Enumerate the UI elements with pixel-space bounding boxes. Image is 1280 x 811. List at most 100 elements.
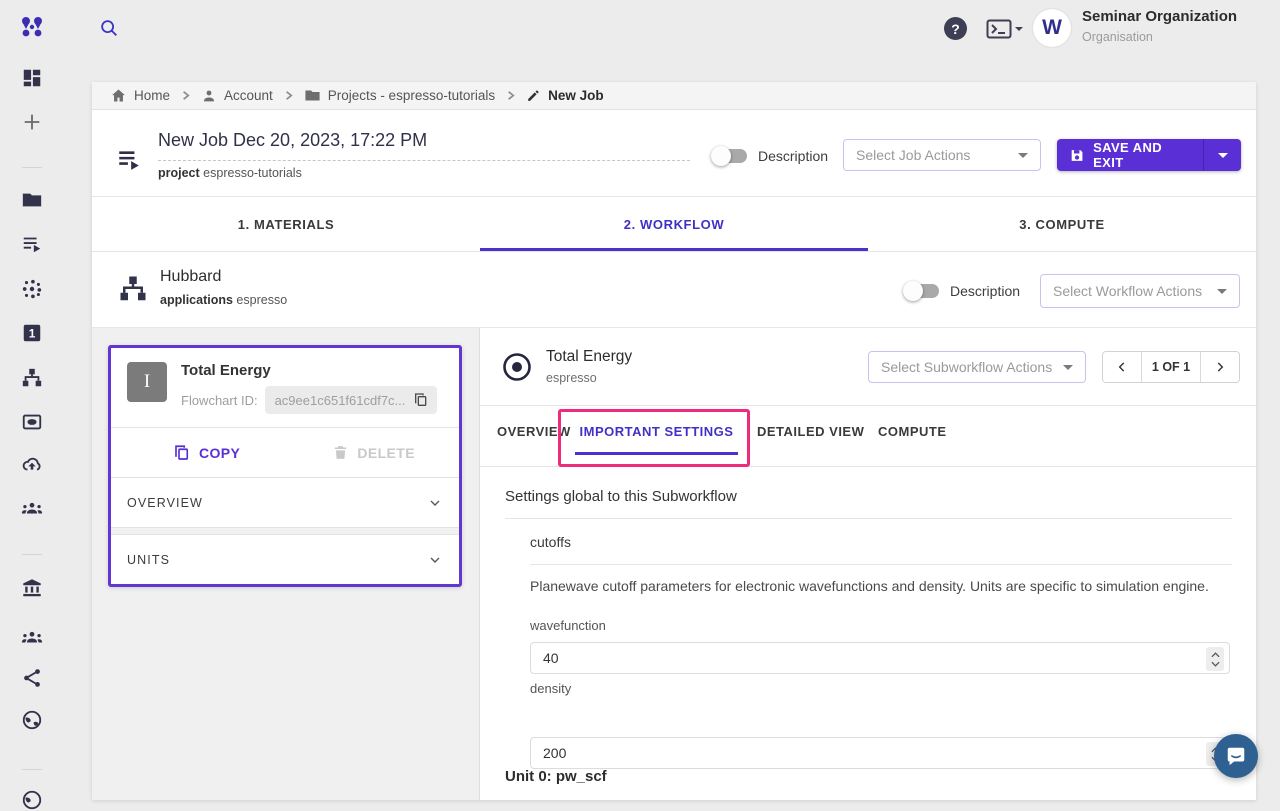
wavefunction-input[interactable] [531, 643, 1229, 673]
density-input-wrap [530, 737, 1230, 769]
chevron-right-icon [504, 89, 517, 102]
chat-widget-button[interactable] [1214, 734, 1258, 778]
settings-section-title: Settings global to this Subworkflow [505, 488, 737, 505]
density-input[interactable] [531, 738, 1229, 768]
folder-icon [304, 87, 321, 104]
tab-compute[interactable]: 3. COMPUTE [868, 197, 1256, 251]
wavefunction-input-wrap [530, 642, 1230, 674]
job-description-toggle[interactable] [713, 149, 747, 163]
copy-button[interactable]: COPY [173, 444, 240, 462]
copy-button-label: COPY [199, 445, 240, 461]
subworkflow-title: Total Energy [546, 348, 632, 366]
units-accordion[interactable]: UNITS [111, 534, 459, 584]
workflow-title: Hubbard [160, 268, 221, 286]
unit-one-icon[interactable]: 1 [21, 322, 43, 344]
avatar[interactable]: W [1033, 9, 1071, 47]
institution-bank-icon[interactable] [21, 577, 43, 599]
settings-group-label: cutoffs [530, 534, 571, 550]
wavefunction-stepper[interactable] [1206, 647, 1224, 671]
subtab-overview[interactable]: OVERVIEW [497, 424, 571, 439]
unit-title: Total Energy [181, 362, 437, 379]
workflow-header: Hubbard applications espresso Descriptio… [92, 252, 1256, 328]
globe-web-icon[interactable] [21, 709, 43, 731]
select-caret-icon [1018, 153, 1028, 158]
active-subtab-underline [575, 452, 738, 455]
breadcrumb-home[interactable]: Home [110, 87, 170, 104]
globe-explore-icon[interactable] [21, 789, 43, 811]
chevron-left-icon [1115, 360, 1129, 374]
overview-accordion[interactable]: OVERVIEW [111, 477, 459, 527]
unit-card[interactable]: I Total Energy Flowchart ID: ac9ee1c651f… [108, 345, 462, 587]
chevron-down-icon [427, 495, 443, 511]
settings-group-description: Planewave cutoff parameters for electron… [530, 578, 1209, 594]
add-icon[interactable] [21, 111, 43, 133]
pager-label: 1 OF 1 [1141, 352, 1201, 382]
job-header: New Job Dec 20, 2023, 17:22 PM project e… [92, 110, 1256, 197]
job-icon [116, 146, 142, 172]
workflow-actions-select[interactable]: Select Workflow Actions [1040, 274, 1240, 308]
job-title-field[interactable]: New Job Dec 20, 2023, 17:22 PM [158, 130, 690, 161]
subtab-detailed-view[interactable]: DETAILED VIEW [757, 424, 864, 439]
subtab-important-settings[interactable]: IMPORTANT SETTINGS [572, 424, 741, 439]
workflow-description-label: Description [950, 283, 1020, 299]
stepper-down-icon [1211, 661, 1220, 667]
workflow-subtitle: applications espresso [160, 293, 287, 307]
job-description-label: Description [758, 148, 828, 164]
share-nodes-icon[interactable] [21, 667, 43, 689]
app-logo-icon[interactable] [16, 12, 48, 44]
dashboard-icon[interactable] [21, 67, 43, 89]
save-dropdown-button[interactable] [1203, 139, 1241, 171]
workflow-actions-placeholder: Select Workflow Actions [1053, 283, 1202, 299]
workflow-description-toggle[interactable] [905, 284, 939, 298]
unit-section-heading: Unit 0: pw_scf [505, 768, 607, 785]
job-step-tabs: 1. MATERIALS 2. WORKFLOW 3. COMPUTE [92, 197, 1256, 252]
project-label: project [158, 166, 200, 180]
community-group-icon[interactable] [21, 626, 43, 648]
tab-workflow[interactable]: 2. WORKFLOW [480, 197, 868, 251]
pager-next-button[interactable] [1201, 352, 1239, 382]
job-project: project espresso-tutorials [158, 166, 302, 180]
jobs-list-icon[interactable] [21, 233, 43, 255]
subtab-compute[interactable]: COMPUTE [878, 424, 947, 439]
breadcrumb-account[interactable]: Account [201, 88, 273, 104]
rail-divider [22, 769, 42, 770]
save-button-label: SAVE AND EXIT [1093, 140, 1191, 170]
project-value: espresso-tutorials [203, 166, 302, 180]
save-and-exit-button[interactable]: SAVE AND EXIT [1057, 139, 1241, 171]
wavefunction-label: wavefunction [530, 618, 606, 633]
materials-dots-icon[interactable] [21, 278, 43, 300]
breadcrumb-label: Account [224, 88, 273, 103]
job-actions-select[interactable]: Select Job Actions [843, 139, 1041, 171]
search-icon[interactable] [98, 17, 120, 39]
org-type: Organisation [1082, 30, 1153, 44]
divider [480, 466, 1256, 467]
select-caret-icon [1217, 289, 1227, 294]
tab-materials[interactable]: 1. MATERIALS [92, 197, 480, 251]
visualization-box-icon[interactable] [21, 411, 43, 433]
job-actions-placeholder: Select Job Actions [856, 147, 970, 163]
copy-icon[interactable] [413, 392, 429, 408]
density-label: density [530, 681, 571, 696]
breadcrumb-projects[interactable]: Projects - espresso-tutorials [304, 87, 495, 104]
accordion-gap [111, 527, 459, 534]
delete-button-label: DELETE [357, 445, 415, 461]
pencil-icon [526, 88, 541, 103]
help-icon[interactable]: ? [944, 17, 967, 40]
divider [530, 564, 1232, 565]
projects-folder-icon[interactable] [21, 189, 43, 211]
subworkflow-actions-select[interactable]: Select Subworkflow Actions [868, 351, 1086, 383]
workflow-tree-icon [118, 274, 148, 304]
team-group-icon[interactable] [21, 497, 43, 519]
terminal-menu-icon[interactable] [986, 19, 1023, 39]
flowchart-id-label: Flowchart ID: [181, 393, 258, 408]
flowchart-id-pill[interactable]: ac9ee1c651f61cdf7c... [265, 386, 438, 414]
divider [505, 518, 1232, 519]
pager-prev-button[interactable] [1103, 352, 1141, 382]
delete-button[interactable]: DELETE [332, 444, 415, 461]
workflow-tree-icon[interactable] [21, 367, 43, 389]
rail-divider [22, 167, 42, 168]
svg-text:1: 1 [29, 327, 36, 341]
breadcrumb: Home Account Projects - espresso-tutoria… [92, 82, 1256, 110]
save-icon [1069, 147, 1085, 164]
cloud-upload-icon[interactable] [21, 454, 43, 476]
